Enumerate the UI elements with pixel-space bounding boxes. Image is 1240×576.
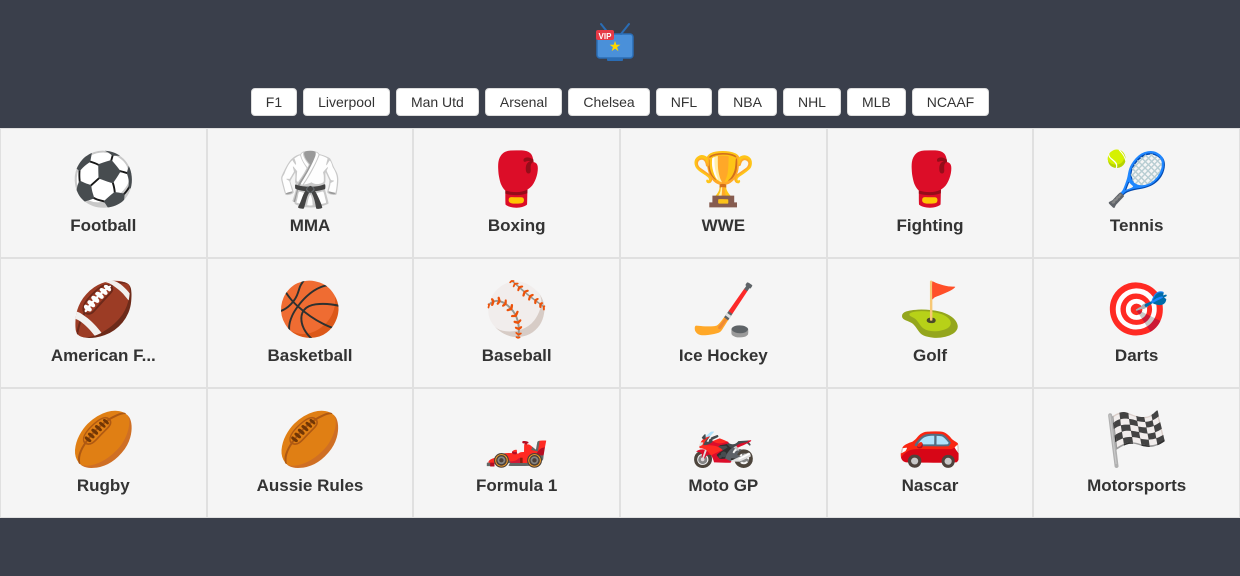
sport-label: Golf [913, 346, 947, 366]
nav-tab-ncaaf[interactable]: NCAAF [912, 88, 989, 116]
sport-icon: 🥊 [898, 154, 963, 206]
sport-card-football[interactable]: ⚽ Football [0, 128, 207, 258]
sports-grid: ⚽ Football 🥋 MMA 🥊 Boxing 🏆 WWE 🥊 Fighting 🎾 Tennis… [0, 128, 1240, 518]
sport-label: Darts [1115, 346, 1158, 366]
sport-card-baseball[interactable]: ⚾ Baseball [413, 258, 620, 388]
sport-icon: 🏉 [278, 414, 343, 466]
sport-label: MMA [290, 216, 331, 236]
sport-card-aussie-rules[interactable]: 🏉 Aussie Rules [207, 388, 414, 518]
sport-card-motorsports[interactable]: 🏁 Motorsports [1033, 388, 1240, 518]
sport-card-nascar[interactable]: 🚗 Nascar [827, 388, 1034, 518]
sport-card-formula-1[interactable]: 🏎️ Formula 1 [413, 388, 620, 518]
sport-icon: 🎾 [1104, 154, 1169, 206]
sport-icon: 🏒 [691, 284, 756, 336]
sport-icon: 🏈 [71, 284, 136, 336]
sport-card-rugby[interactable]: 🏉 Rugby [0, 388, 207, 518]
nav-tab-nfl[interactable]: NFL [656, 88, 712, 116]
sport-label: Ice Hockey [679, 346, 768, 366]
sport-label: Boxing [488, 216, 546, 236]
sport-card-darts[interactable]: 🎯 Darts [1033, 258, 1240, 388]
sport-icon: 🎯 [1104, 284, 1169, 336]
sport-icon: 🏎️ [484, 414, 549, 466]
sport-card-boxing[interactable]: 🥊 Boxing [413, 128, 620, 258]
page-header: ★ VIP [0, 0, 1240, 88]
nav-tab-man-utd[interactable]: Man Utd [396, 88, 479, 116]
logo-icon: ★ VIP [591, 18, 639, 66]
sport-label: Basketball [267, 346, 352, 366]
nav-tab-mlb[interactable]: MLB [847, 88, 906, 116]
site-title-row: ★ VIP [0, 18, 1240, 66]
nav-tab-nhl[interactable]: NHL [783, 88, 841, 116]
sport-card-basketball[interactable]: 🏀 Basketball [207, 258, 414, 388]
sport-icon: 🏆 [691, 154, 756, 206]
sport-card-golf[interactable]: ⛳ Golf [827, 258, 1034, 388]
sport-icon: ⚾ [484, 284, 549, 336]
sport-icon: 🏀 [278, 284, 343, 336]
sport-label: Fighting [896, 216, 963, 236]
sport-label: WWE [702, 216, 745, 236]
sport-label: Aussie Rules [257, 476, 364, 496]
sport-label: Formula 1 [476, 476, 557, 496]
sport-label: Football [70, 216, 136, 236]
sport-label: Motorsports [1087, 476, 1186, 496]
sport-icon: 🚗 [898, 414, 963, 466]
sport-card-wwe[interactable]: 🏆 WWE [620, 128, 827, 258]
svg-text:VIP: VIP [599, 32, 613, 41]
sport-card-american-f---[interactable]: 🏈 American F... [0, 258, 207, 388]
nav-tab-liverpool[interactable]: Liverpool [303, 88, 390, 116]
sport-card-moto-gp[interactable]: 🏍️ Moto GP [620, 388, 827, 518]
sport-icon: 🥊 [484, 154, 549, 206]
sport-icon: ⛳ [898, 284, 963, 336]
nav-tab-arsenal[interactable]: Arsenal [485, 88, 562, 116]
sport-label: Moto GP [688, 476, 758, 496]
nav-tab-nba[interactable]: NBA [718, 88, 777, 116]
sport-label: Tennis [1110, 216, 1164, 236]
sport-label: Nascar [902, 476, 959, 496]
sport-card-tennis[interactable]: 🎾 Tennis [1033, 128, 1240, 258]
sport-card-ice-hockey[interactable]: 🏒 Ice Hockey [620, 258, 827, 388]
nav-tab-f1[interactable]: F1 [251, 88, 297, 116]
sport-icon: 🥋 [278, 154, 343, 206]
sport-icon: 🏁 [1104, 414, 1169, 466]
sport-card-mma[interactable]: 🥋 MMA [207, 128, 414, 258]
sport-label: Rugby [77, 476, 130, 496]
sport-label: American F... [51, 346, 156, 366]
sport-icon: 🏉 [71, 414, 136, 466]
nav-tab-chelsea[interactable]: Chelsea [568, 88, 649, 116]
sport-card-fighting[interactable]: 🥊 Fighting [827, 128, 1034, 258]
nav-tabs: F1LiverpoolMan UtdArsenalChelseaNFLNBANH… [0, 88, 1240, 128]
sport-icon: ⚽ [71, 154, 136, 206]
sport-label: Baseball [482, 346, 552, 366]
sport-icon: 🏍️ [691, 414, 756, 466]
